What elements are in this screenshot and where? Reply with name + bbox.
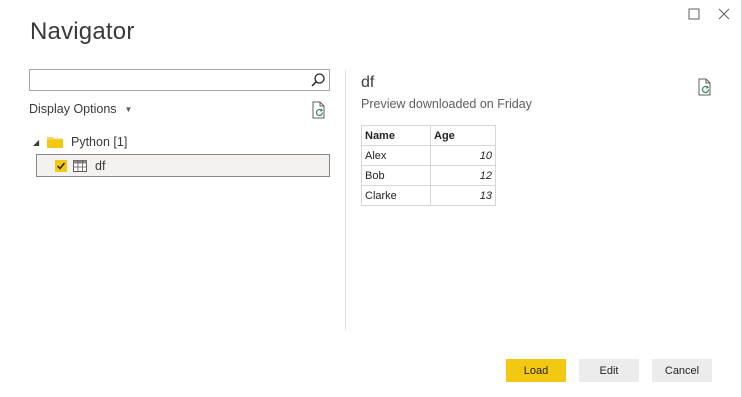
pane-divider: [345, 70, 346, 330]
tree-node-label: Python [1]: [71, 135, 128, 149]
chevron-down-icon: ▼: [124, 104, 133, 114]
preview-title: df: [361, 74, 375, 91]
expand-arrow-icon[interactable]: ◢: [33, 138, 45, 147]
preview-table: Name Age Alex 10 Bob 12 Clarke 13: [361, 125, 496, 206]
table-cell: Clarke: [361, 185, 431, 206]
table-cell: 13: [430, 185, 496, 206]
tree-node-python[interactable]: ◢ Python [1]: [33, 133, 127, 151]
display-options-label: Display Options: [29, 102, 117, 116]
table-cell: 12: [430, 165, 496, 186]
table-cell: 10: [430, 145, 496, 166]
table-icon: [73, 159, 87, 172]
preview-subtitle: Preview downloaded on Friday: [361, 97, 532, 111]
column-header-age[interactable]: Age: [430, 125, 496, 146]
close-icon[interactable]: [716, 6, 732, 22]
display-options-dropdown[interactable]: Display Options ▼: [29, 102, 132, 116]
dialog-title: Navigator: [30, 18, 135, 45]
maximize-icon[interactable]: [686, 6, 702, 22]
table-cell: Bob: [361, 165, 431, 186]
table-cell: Alex: [361, 145, 431, 166]
navigator-dialog: Navigator Display Options ▼ ◢ Python [1]…: [0, 0, 742, 397]
search-input[interactable]: [34, 71, 308, 91]
checkbox[interactable]: [55, 159, 67, 172]
search-icon[interactable]: [310, 72, 326, 88]
cancel-button[interactable]: Cancel: [652, 359, 712, 382]
search-box: [29, 69, 330, 91]
folder-icon: [47, 136, 63, 148]
tree-item-label: df: [95, 158, 106, 173]
tree-item-df[interactable]: df: [36, 154, 330, 177]
column-header-name[interactable]: Name: [361, 125, 431, 146]
refresh-preview-icon[interactable]: [697, 78, 713, 96]
table-row: Clarke 13: [361, 185, 496, 206]
table-header-row: Name Age: [361, 125, 496, 146]
table-row: Alex 10: [361, 145, 496, 166]
edit-button[interactable]: Edit: [579, 359, 639, 382]
table-row: Bob 12: [361, 165, 496, 186]
load-button[interactable]: Load: [506, 359, 566, 382]
refresh-icon[interactable]: [311, 101, 327, 119]
